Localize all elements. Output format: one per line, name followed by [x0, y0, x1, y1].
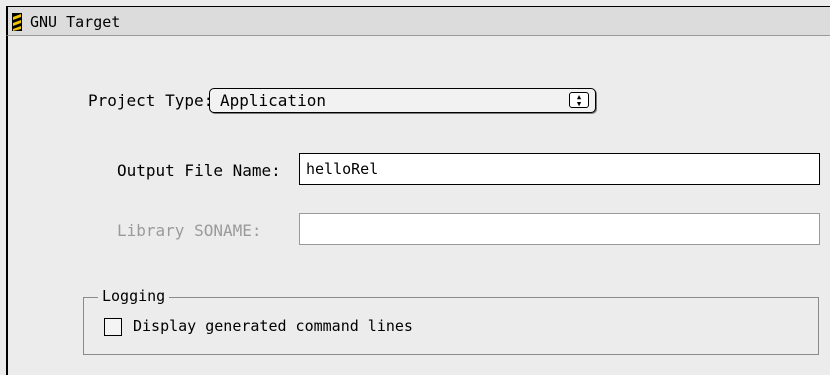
panel-titlebar: GNU Target — [6, 6, 830, 36]
display-command-lines-checkbox[interactable] — [104, 318, 122, 336]
updown-arrows-icon: ▴ ▾ — [569, 91, 589, 109]
striped-grip-icon — [12, 13, 22, 31]
gnu-target-panel: GNU Target Project Type: Application ▴ ▾ … — [0, 0, 830, 375]
panel-title: GNU Target — [30, 13, 121, 31]
logging-group-title: Logging — [98, 287, 170, 305]
library-soname-field[interactable] — [299, 213, 820, 245]
output-file-input[interactable] — [300, 154, 819, 184]
library-soname-label: Library SONAME: — [117, 221, 262, 240]
project-type-value: Application — [220, 91, 326, 110]
output-file-field[interactable] — [299, 153, 820, 185]
project-type-popup[interactable]: Application ▴ ▾ — [209, 88, 596, 113]
display-command-lines-label[interactable]: Display generated command lines — [133, 317, 413, 335]
project-type-label: Project Type: — [88, 91, 214, 110]
output-file-label: Output File Name: — [117, 161, 281, 180]
library-soname-input[interactable] — [300, 214, 819, 244]
